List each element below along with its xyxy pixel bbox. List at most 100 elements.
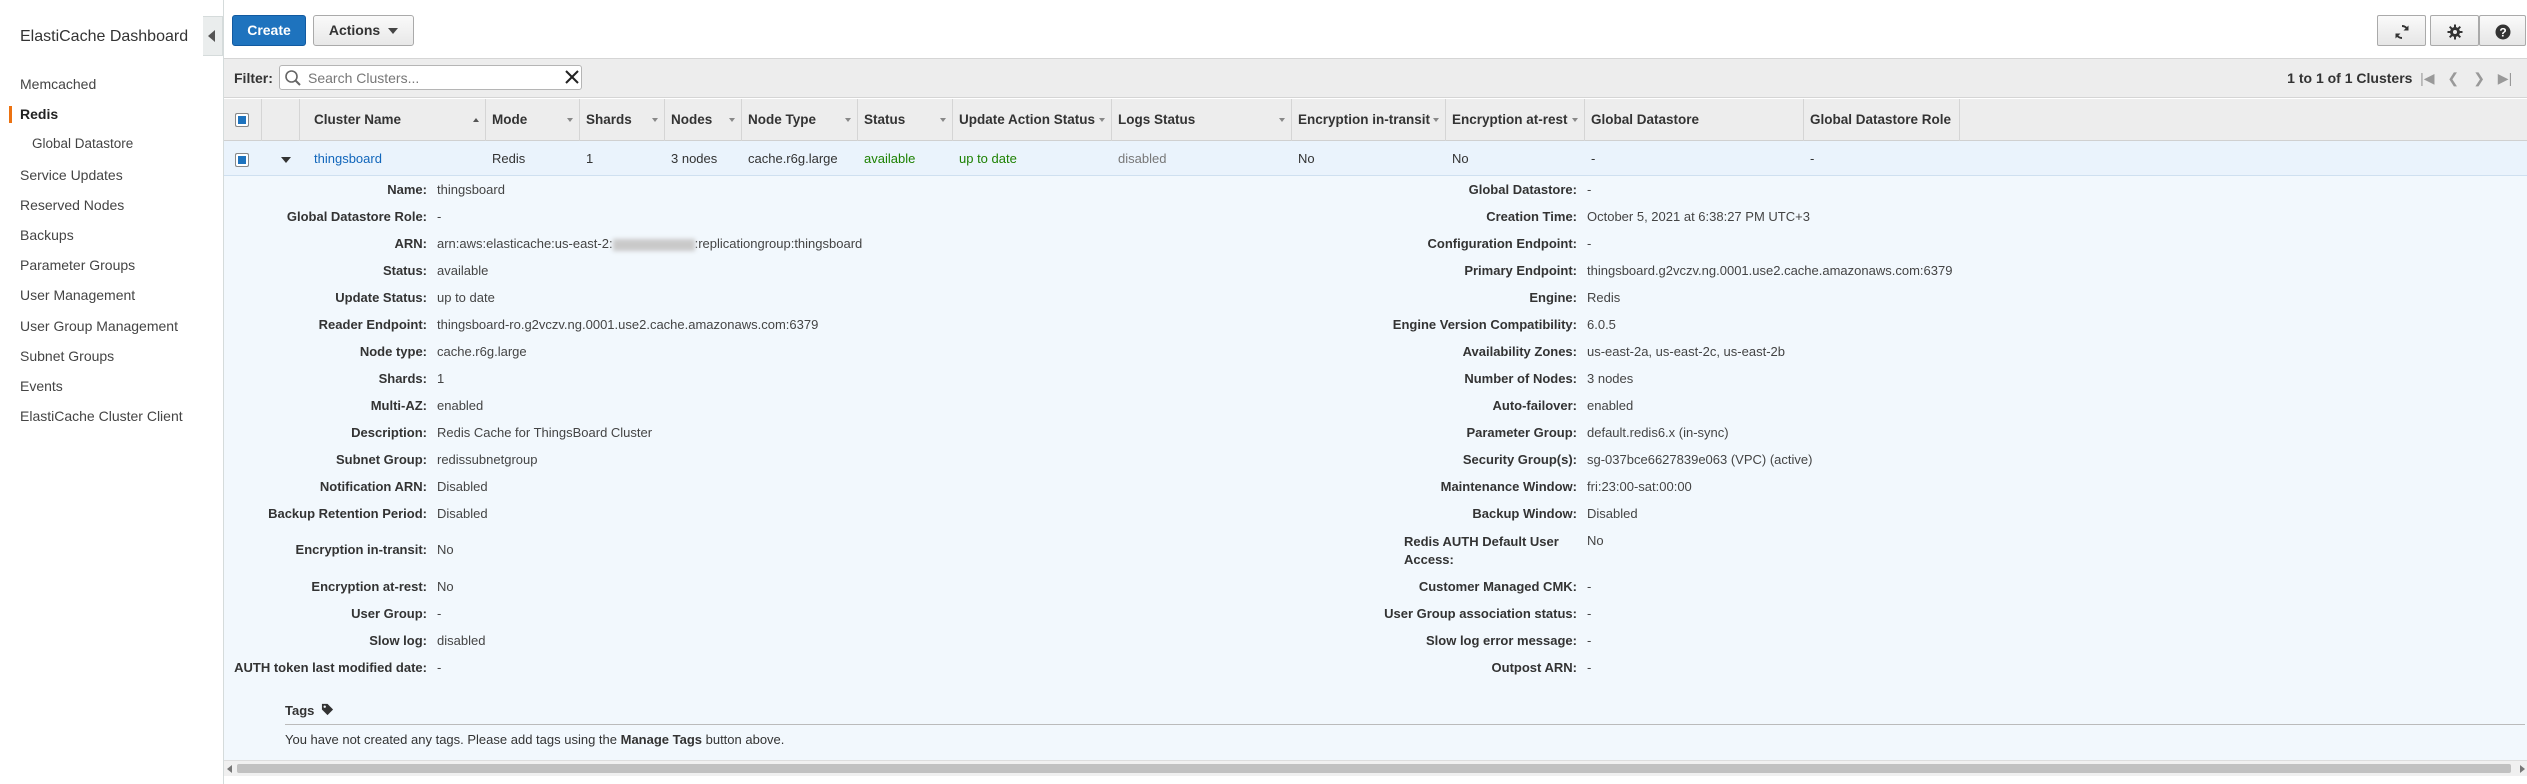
sidebar-item-events[interactable]: Events: [0, 371, 222, 401]
redacted-account-id: [612, 238, 695, 251]
column-logs-status[interactable]: Logs Status: [1112, 99, 1292, 141]
row-checkbox-cell: [229, 141, 249, 176]
scroll-right-icon[interactable]: [2520, 765, 2525, 773]
sidebar-item-global-datastore[interactable]: Global Datastore: [0, 129, 222, 159]
tags-section-title: Tags: [285, 703, 334, 718]
prev-page-icon[interactable]: ❮: [2442, 70, 2464, 87]
horizontal-scrollbar[interactable]: [224, 760, 2527, 776]
actions-button[interactable]: Actions: [313, 15, 414, 46]
manage-tags-reference: Manage Tags: [620, 732, 702, 747]
detail-global-datastore-role: Global Datastore Role: -: [286, 209, 442, 224]
column-cluster-name[interactable]: Cluster Name: [300, 99, 486, 141]
detail-multi-az: Multi-AZ: enabled: [370, 398, 484, 413]
first-page-icon[interactable]: |◀: [2416, 70, 2438, 87]
refresh-button[interactable]: [2377, 15, 2426, 46]
cell-node-type: cache.r6g.large: [748, 151, 838, 166]
create-button[interactable]: Create: [232, 15, 306, 46]
detail-node-type: Node type: cache.r6g.large: [359, 344, 527, 359]
sidebar-item-redis[interactable]: Redis: [0, 99, 222, 129]
detail-creation-time: Creation Time: October 5, 2021 at 6:38:2…: [1486, 209, 1810, 224]
search-input[interactable]: [306, 68, 546, 87]
toolbar: Create Actions ?: [224, 0, 2527, 58]
filter-bar: Filter: 1 to 1 of 1 Clusters |◀ ❮ ❯ ▶|: [224, 58, 2527, 98]
column-shards[interactable]: Shards: [580, 99, 665, 141]
actions-label: Actions: [328, 22, 381, 38]
sidebar-item-cluster-client[interactable]: ElastiCache Cluster Client: [0, 401, 222, 431]
cell-shards: 1: [586, 151, 594, 166]
select-all-checkbox[interactable]: [235, 113, 249, 128]
column-global-datastore-role[interactable]: Global Datastore Role: [1804, 99, 1960, 141]
detail-configuration-endpoint: Configuration Endpoint: -: [1427, 236, 1592, 251]
column-global-datastore[interactable]: Global Datastore: [1585, 99, 1804, 141]
expand-column-header: [262, 99, 300, 141]
detail-customer-managed-cmk: Customer Managed CMK: -: [1418, 579, 1592, 594]
sidebar-item-user-management[interactable]: User Management: [0, 280, 222, 310]
cell-logs-status: disabled: [1118, 151, 1167, 166]
detail-auth-token-date: AUTH token last modified date: -: [234, 660, 442, 675]
tag-icon: [321, 703, 334, 716]
tags-divider: [285, 724, 2525, 725]
help-button[interactable]: ?: [2479, 15, 2526, 46]
detail-engine-version: Engine Version Compatibility: 6.0.5: [1392, 317, 1616, 332]
detail-primary-endpoint: Primary Endpoint: thingsboard.g2vczv.ng.…: [1464, 263, 1953, 278]
detail-backup-window: Backup Window: Disabled: [1472, 506, 1638, 521]
sidebar-item-user-group-management[interactable]: User Group Management: [0, 311, 222, 341]
scroll-left-icon[interactable]: [227, 765, 232, 773]
search-icon: [285, 70, 301, 86]
clear-icon[interactable]: [563, 68, 581, 86]
detail-backup-retention: Backup Retention Period: Disabled: [268, 506, 488, 521]
last-page-icon[interactable]: ▶|: [2494, 70, 2516, 87]
detail-slow-log: Slow log: disabled: [369, 633, 486, 648]
detail-engine: Engine: Redis: [1529, 290, 1621, 305]
sidebar: ElastiCache Dashboard Memcached Redis Gl…: [0, 0, 223, 784]
sidebar-item-service-updates[interactable]: Service Updates: [0, 160, 222, 190]
row-checkbox[interactable]: [235, 152, 249, 167]
detail-maintenance-window: Maintenance Window: fri:23:00-sat:00:00: [1440, 479, 1692, 494]
detail-global-datastore: Global Datastore: -: [1468, 182, 1592, 197]
detail-user-group: User Group: -: [351, 606, 442, 621]
column-encryption-in-transit[interactable]: Encryption in-transit: [1292, 99, 1446, 141]
column-nodes[interactable]: Nodes: [665, 99, 742, 141]
detail-name: Name: thingsboard: [387, 182, 505, 197]
detail-security-groups: Security Group(s): sg-037bce6627839e063 …: [1462, 452, 1813, 467]
select-all-cell: [224, 99, 262, 141]
table-row[interactable]: thingsboard Redis 1 3 nodes cache.r6g.la…: [224, 141, 2527, 176]
tags-empty-message: You have not created any tags. Please ad…: [285, 732, 785, 747]
row-expand-toggle[interactable]: [274, 141, 292, 176]
detail-update-status: Update Status: up to date: [335, 290, 495, 305]
sidebar-item-reserved-nodes[interactable]: Reserved Nodes: [0, 190, 222, 220]
detail-notification-arn: Notification ARN: Disabled: [319, 479, 488, 494]
column-status[interactable]: Status: [858, 99, 953, 141]
table-header: Cluster Name Mode Shards Nodes Node Type…: [224, 99, 2527, 141]
cluster-name-link[interactable]: thingsboard: [308, 141, 382, 176]
cell-update-action-status: up to date: [959, 151, 1017, 166]
detail-outpost-arn: Outpost ARN: -: [1491, 660, 1592, 675]
collapse-left-icon[interactable]: [203, 16, 223, 56]
search-box[interactable]: [279, 65, 582, 90]
detail-availability-zones: Availability Zones: us-east-2a, us-east-…: [1462, 344, 1785, 359]
chevron-down-icon: [388, 28, 399, 35]
cell-encryption-in-transit: No: [1298, 151, 1315, 166]
scrollbar-thumb[interactable]: [237, 764, 2511, 773]
sidebar-item-backups[interactable]: Backups: [0, 220, 222, 250]
filter-label: Filter:: [234, 70, 273, 86]
detail-subnet-group: Subnet Group: redissubnetgroup: [336, 452, 538, 467]
sidebar-item-subnet-groups[interactable]: Subnet Groups: [0, 341, 222, 371]
column-update-action-status[interactable]: Update Action Status: [953, 99, 1112, 141]
column-node-type[interactable]: Node Type: [742, 99, 858, 141]
detail-arn: ARN: arn:aws:elasticache:us-east-2::repl…: [394, 236, 863, 251]
column-encryption-at-rest[interactable]: Encryption at-rest: [1446, 99, 1585, 141]
detail-status: Status: available: [382, 263, 489, 278]
cell-encryption-at-rest: No: [1452, 151, 1469, 166]
sidebar-item-parameter-groups[interactable]: Parameter Groups: [0, 250, 222, 280]
detail-parameter-group: Parameter Group: default.redis6.x (in-sy…: [1466, 425, 1729, 440]
refresh-icon: [2394, 24, 2409, 39]
settings-button[interactable]: [2430, 15, 2479, 46]
cluster-details: Name: thingsboard Global Datastore Role:…: [224, 176, 2527, 760]
main-panel: Create Actions ? Filter: Search Clusters…: [223, 0, 2527, 784]
column-mode[interactable]: Mode: [486, 99, 580, 141]
next-page-icon[interactable]: ❯: [2468, 70, 2490, 87]
sidebar-title[interactable]: ElastiCache Dashboard: [20, 28, 188, 46]
cell-global-datastore: -: [1591, 151, 1596, 166]
sidebar-item-memcached[interactable]: Memcached: [0, 69, 222, 99]
